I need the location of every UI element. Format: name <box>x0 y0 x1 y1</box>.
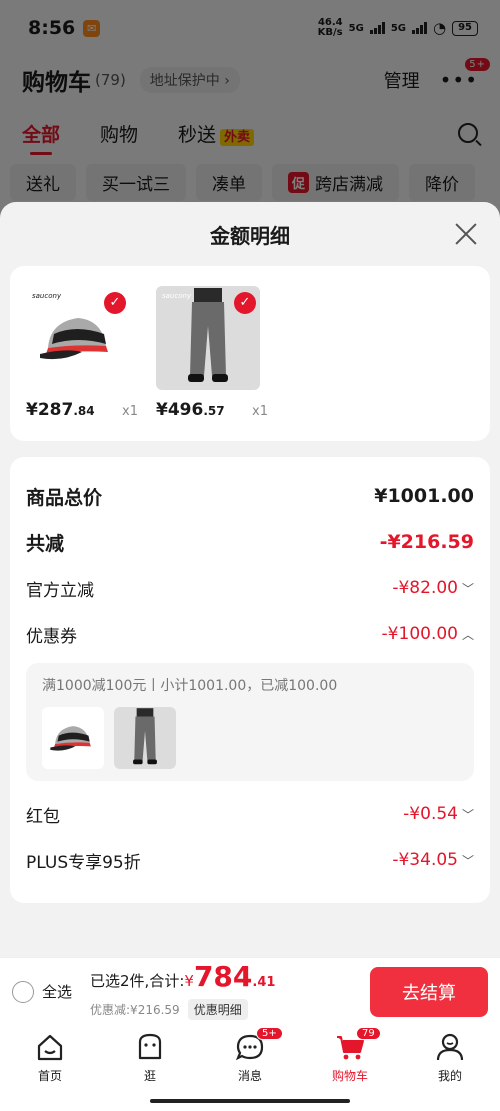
red-packet-row[interactable]: 红包 -¥0.54 ﹀ <box>26 791 474 837</box>
coupon-description: 满1000减100元丨小计1001.00，已减100.00 <box>42 678 338 694</box>
selected-count: 已选2件,合计: <box>90 972 185 990</box>
product-item[interactable]: saucony ✓ ¥496.57 x1 <box>156 286 276 421</box>
pants-product-image: saucony ✓ <box>156 286 260 390</box>
chevron-down-icon: ﹀ <box>461 582 474 596</box>
product-price: ¥287.84 <box>26 400 95 420</box>
user-icon <box>434 1031 466 1063</box>
reduction-value: -¥216.59 <box>379 531 474 553</box>
currency-symbol: ¥ <box>184 972 194 990</box>
product-qty: x1 <box>252 404 268 419</box>
nav-home[interactable]: 首页 <box>0 1025 100 1111</box>
total-price: 784.41 <box>193 960 276 993</box>
plus-discount-row[interactable]: PLUS专享95折 -¥34.05 ﹀ <box>26 837 474 883</box>
home-icon <box>34 1031 66 1063</box>
nav-label: 首页 <box>37 1069 62 1083</box>
coupon-pants-thumbnail <box>114 707 176 769</box>
reduction-label: 共减 <box>26 532 65 555</box>
coupon-label: 优惠券 <box>26 626 77 647</box>
product-item[interactable]: saucony ✓ ¥287.84 x1 <box>26 286 146 421</box>
total-reduction-row: 共减 -¥216.59 <box>26 519 474 565</box>
product-price: ¥496.57 <box>156 400 225 420</box>
checkout-button[interactable]: 去结算 <box>370 966 488 1017</box>
subtotal-label: 商品总价 <box>26 486 103 509</box>
select-all-radio[interactable] <box>12 980 34 1003</box>
sheet-title: 金额明细 <box>210 223 290 248</box>
plus-discount-value: -¥34.05 <box>392 850 458 870</box>
selected-check-icon: ✓ <box>234 292 256 314</box>
price-breakdown: 商品总价 ¥1001.00 共减 -¥216.59 官方立减 -¥82.00 ﹀ … <box>10 457 490 903</box>
sheet-header: 金额明细 <box>0 202 500 266</box>
discount-summary: 优惠减:¥216.59 <box>90 1003 180 1017</box>
nav-label: 消息 <box>237 1069 262 1083</box>
cap-product-image: saucony ✓ <box>26 286 130 390</box>
nav-label: 我的 <box>437 1069 462 1083</box>
messages-badge: 5+ <box>256 1027 283 1040</box>
brand-logo: saucony <box>32 292 62 300</box>
discount-detail-button[interactable]: 优惠明细 <box>187 999 248 1020</box>
pants-icon <box>133 708 157 765</box>
official-discount-row[interactable]: 官方立减 -¥82.00 ﹀ <box>26 565 474 611</box>
official-discount-value: -¥82.00 <box>392 578 458 598</box>
nav-label: 购物车 <box>331 1069 368 1083</box>
nav-profile[interactable]: 我的 <box>400 1025 500 1111</box>
face-icon <box>134 1031 166 1063</box>
selected-check-icon: ✓ <box>104 292 126 314</box>
checkout-bar: 全选 已选2件,合计: ¥ 784.41 优惠减:¥216.59 优惠明细 去结… <box>0 957 500 1025</box>
close-icon[interactable] <box>454 222 478 246</box>
coupon-row[interactable]: 优惠券 -¥100.00 ︿ <box>26 611 474 657</box>
chevron-up-icon: ︿ <box>461 628 474 642</box>
bottom-navigation: 首页 逛 5+ 消息 79 购物车 我的 <box>0 1025 500 1111</box>
brand-logo: saucony <box>162 292 192 300</box>
official-discount-label: 官方立减 <box>26 580 94 601</box>
product-qty: x1 <box>122 404 138 419</box>
subtotal-row: 商品总价 ¥1001.00 <box>26 473 474 519</box>
red-packet-value: -¥0.54 <box>403 804 458 824</box>
red-packet-label: 红包 <box>26 806 60 827</box>
chevron-down-icon: ﹀ <box>461 808 474 822</box>
order-summary: 已选2件,合计: ¥ 784.41 优惠减:¥216.59 优惠明细 <box>90 963 275 1020</box>
selected-products: saucony ✓ ¥287.84 x1 saucony ✓ ¥496.57 x… <box>10 266 490 441</box>
nav-label: 逛 <box>143 1069 156 1083</box>
coupon-cap-thumbnail <box>42 707 104 769</box>
cart-badge: 79 <box>356 1027 381 1040</box>
plus-discount-label: PLUS专享95折 <box>26 852 141 873</box>
home-indicator <box>150 1099 350 1103</box>
cap-icon <box>50 726 91 751</box>
select-all-label[interactable]: 全选 <box>42 981 72 1002</box>
subtotal-value: ¥1001.00 <box>374 485 474 507</box>
coupon-detail-box: 满1000减100元丨小计1001.00，已减100.00 <box>26 663 474 781</box>
chevron-down-icon: ﹀ <box>461 854 474 868</box>
coupon-value: -¥100.00 <box>381 624 458 644</box>
